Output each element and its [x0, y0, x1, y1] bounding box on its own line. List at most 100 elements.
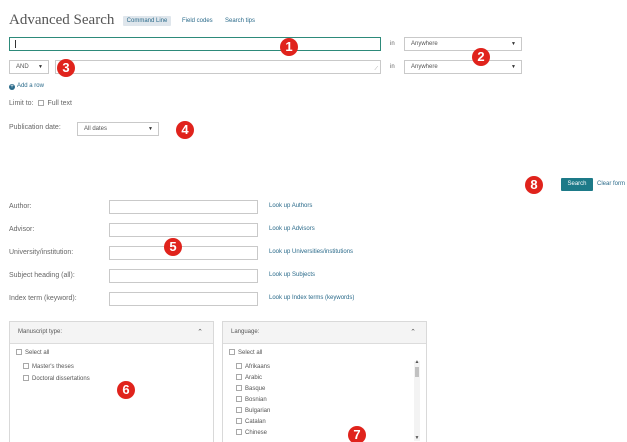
- scrollbar-thumb[interactable]: [415, 367, 419, 377]
- lookup-subjects-link[interactable]: Look up Subjects: [269, 272, 315, 278]
- checkbox[interactable]: [16, 349, 22, 355]
- lookup-universities-link[interactable]: Look up Universities/institutions: [269, 249, 353, 255]
- item-label: Bosnian: [245, 397, 267, 403]
- manuscript-select-all[interactable]: Select all: [16, 349, 49, 356]
- checkbox[interactable]: [236, 396, 242, 402]
- search-field-select-1[interactable]: Anywhere ▼: [404, 37, 522, 51]
- manuscript-item-doctoral[interactable]: Doctoral dissertations: [23, 375, 90, 382]
- checkbox[interactable]: [23, 363, 29, 369]
- in-label-1: in: [390, 41, 395, 47]
- checkbox[interactable]: [236, 429, 242, 435]
- search-term-input-2[interactable]: ⟋: [55, 60, 381, 74]
- checkbox[interactable]: [229, 349, 235, 355]
- chevron-up-icon[interactable]: ⌃: [410, 328, 416, 336]
- checkbox[interactable]: [236, 363, 242, 369]
- chevron-down-icon: ▼: [511, 41, 516, 47]
- subject-heading-label: Subject heading (all):: [9, 272, 75, 279]
- annotation-badge-4: 4: [176, 121, 194, 139]
- publication-date-label: Publication date:: [9, 124, 61, 131]
- boolean-operator-value: AND: [16, 64, 29, 70]
- language-item[interactable]: Afrikaans: [236, 363, 270, 370]
- limit-to-row: Limit to: Full text: [9, 100, 72, 107]
- item-label: Master's theses: [32, 364, 74, 370]
- language-panel: Language: ⌃ Select all Afrikaans Arabic …: [222, 321, 427, 442]
- limit-to-label: Limit to:: [9, 100, 34, 107]
- select-all-label: Select all: [25, 350, 50, 356]
- lookup-advisors-link[interactable]: Look up Advisors: [269, 226, 315, 232]
- manuscript-type-header[interactable]: Manuscript type: ⌃: [10, 322, 213, 344]
- select-all-label: Select all: [238, 350, 263, 356]
- language-item[interactable]: Arabic: [236, 374, 262, 381]
- lookup-authors-link[interactable]: Look up Authors: [269, 203, 312, 209]
- checkbox[interactable]: [23, 375, 29, 381]
- item-label: Arabic: [245, 375, 263, 381]
- checkbox[interactable]: [236, 407, 242, 413]
- language-title: Language:: [231, 329, 260, 335]
- annotation-badge-8: 8: [525, 176, 543, 194]
- item-label: Chinese: [245, 430, 268, 436]
- language-item[interactable]: Bulgarian: [236, 407, 270, 414]
- author-input[interactable]: [109, 200, 258, 214]
- annotation-badge-6: 6: [117, 381, 135, 399]
- language-item[interactable]: Chinese: [236, 429, 267, 436]
- page-title: Advanced Search: [9, 12, 115, 28]
- search-button[interactable]: Search: [561, 178, 593, 191]
- checkbox[interactable]: [236, 418, 242, 424]
- text-cursor: [15, 40, 16, 48]
- university-label: University/institution:: [9, 249, 74, 256]
- item-label: Catalan: [245, 419, 266, 425]
- annotation-badge-2: 2: [472, 48, 490, 66]
- search-field-select-2-value: Anywhere: [411, 64, 438, 70]
- index-term-input[interactable]: [109, 292, 258, 306]
- chevron-down-icon: ▼: [38, 64, 43, 70]
- scroll-down-icon[interactable]: ▼: [414, 436, 420, 441]
- in-label-2: in: [390, 64, 395, 70]
- advisor-label: Advisor:: [9, 226, 35, 233]
- language-header[interactable]: Language: ⌃: [223, 322, 426, 344]
- tab-command-line[interactable]: Command Line: [123, 16, 171, 26]
- university-input[interactable]: [109, 246, 258, 260]
- author-label: Author:: [9, 203, 32, 210]
- annotation-badge-5: 5: [164, 238, 182, 256]
- item-label: Doctoral dissertations: [32, 376, 90, 382]
- lookup-index-terms-link[interactable]: Look up Index terms (keywords): [269, 295, 354, 301]
- publication-date-value: All dates: [84, 126, 108, 132]
- language-scrollbar[interactable]: ▲ ▼: [414, 360, 420, 441]
- subject-heading-input[interactable]: [109, 269, 258, 283]
- plus-circle-icon: +: [9, 84, 15, 90]
- annotation-badge-3: 3: [57, 59, 75, 77]
- tab-search-tips[interactable]: Search tips: [225, 16, 255, 26]
- annotation-badge-7: 7: [348, 426, 366, 442]
- full-text-label: Full text: [47, 100, 72, 107]
- chevron-down-icon: ▼: [148, 126, 153, 132]
- item-label: Afrikaans: [245, 364, 271, 370]
- index-term-label: Index term (keyword):: [9, 295, 77, 302]
- clear-form-link[interactable]: Clear form: [597, 181, 625, 187]
- chevron-down-icon: ▼: [511, 64, 516, 70]
- item-label: Bulgarian: [245, 408, 271, 414]
- add-row-label: Add a row: [16, 83, 44, 89]
- language-item[interactable]: Basque: [236, 385, 265, 392]
- resize-handle-icon[interactable]: ⟋: [374, 67, 378, 72]
- manuscript-type-panel: Manuscript type: ⌃ Select all Master's t…: [9, 321, 214, 442]
- tab-field-codes[interactable]: Field codes: [182, 16, 213, 26]
- checkbox[interactable]: [236, 374, 242, 380]
- language-item[interactable]: Bosnian: [236, 396, 267, 403]
- add-row-link[interactable]: + Add a row: [9, 82, 44, 90]
- annotation-badge-1: 1: [280, 38, 298, 56]
- chevron-up-icon[interactable]: ⌃: [197, 328, 203, 336]
- search-term-input-1[interactable]: [9, 37, 381, 51]
- publication-date-select[interactable]: All dates ▼: [77, 122, 159, 136]
- language-select-all[interactable]: Select all: [229, 349, 262, 356]
- checkbox[interactable]: [236, 385, 242, 391]
- manuscript-type-title: Manuscript type:: [18, 329, 63, 335]
- boolean-operator-select[interactable]: AND ▼: [9, 60, 49, 74]
- scroll-up-icon[interactable]: ▲: [414, 360, 420, 365]
- search-field-select-2[interactable]: Anywhere ▼: [404, 60, 522, 74]
- language-item[interactable]: Catalan: [236, 418, 266, 425]
- full-text-checkbox[interactable]: [38, 100, 45, 106]
- advisor-input[interactable]: [109, 223, 258, 237]
- manuscript-item-masters[interactable]: Master's theses: [23, 363, 74, 370]
- search-field-select-1-value: Anywhere: [411, 41, 438, 47]
- item-label: Basque: [245, 386, 266, 392]
